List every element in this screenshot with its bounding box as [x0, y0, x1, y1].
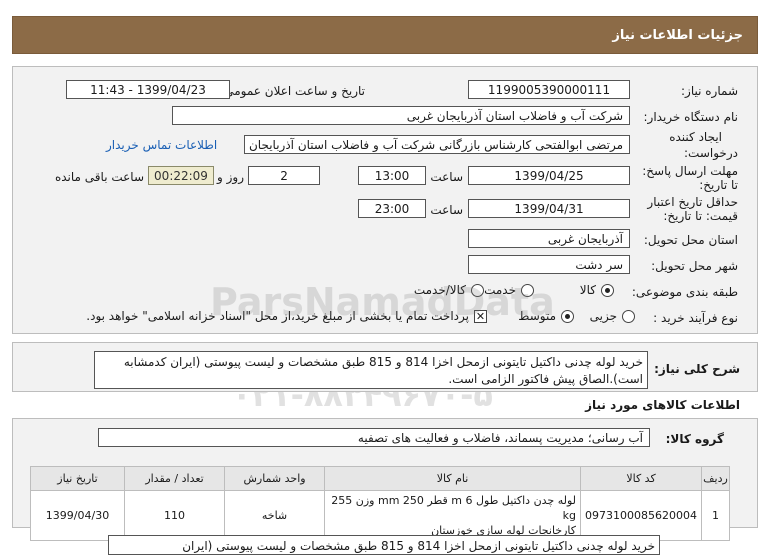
row-code: 0973100085620004	[580, 490, 702, 541]
description-text: خرید لوله چدنی داکتیل تایتونی ازمحل اخزا…	[94, 351, 648, 389]
city-label: شهر محل تحویل:	[651, 259, 738, 273]
col-date-header: تاریخ نیاز	[29, 466, 126, 491]
col-code-header: کد کالا	[580, 466, 702, 491]
treasury-payment-note: پرداخت تمام یا بخشی از مبلغ خرید،از محل …	[86, 309, 469, 323]
row-goods-name: لوله چدن داکتیل طول 6 m قطر 250 mm وزن 2…	[324, 490, 582, 541]
checkbox-checked-icon[interactable]: ✕	[474, 309, 487, 323]
validity-time-label: ساعت	[430, 203, 463, 217]
row-qty: 110	[124, 490, 226, 541]
goods-section-title: اطلاعات کالاهای مورد نیاز	[585, 398, 740, 412]
radio-icon[interactable]	[521, 283, 534, 297]
page-header: جزئیات اطلاعات نیاز	[12, 16, 758, 54]
creator-field: مرتضی ابوالفتحی کارشناس بازرگانی شرکت آب…	[244, 135, 630, 154]
category-option-service-label: خدمت	[484, 283, 516, 297]
process-label: نوع فرآیند خرید :	[653, 311, 738, 325]
announce-label: تاریخ و ساعت اعلان عمومی:	[220, 84, 365, 98]
radio-selected-icon[interactable]	[561, 309, 574, 323]
col-qty-header: تعداد / مقدار	[124, 466, 226, 491]
deadline-label-line1: مهلت ارسال پاسخ:	[642, 164, 738, 178]
col-unit-header: واحد شمارش	[224, 466, 326, 491]
bottom-description-text: خرید لوله چدنی داکتیل تایتونی ازمحل اخزا…	[108, 535, 660, 555]
creator-label-line2: درخواست:	[684, 146, 738, 160]
remaining-label: ساعت باقی مانده	[54, 170, 144, 184]
buyer-label: نام دستگاه خریدار:	[643, 110, 739, 124]
remaining-timer: 00:22:09	[148, 166, 214, 185]
process-option-minor-label: جزیی	[589, 309, 617, 323]
goods-group-field: آب رسانی؛ مدیریت پسماند، فاضلاب و فعالیت…	[98, 428, 650, 447]
process-option-medium[interactable]: متوسط	[518, 309, 574, 323]
category-option-service[interactable]: خدمت	[484, 283, 534, 297]
process-option-minor[interactable]: جزیی	[590, 309, 635, 323]
category-option-both-label: کالا/خدمت	[413, 283, 466, 297]
radio-selected-icon[interactable]	[601, 283, 614, 297]
goods-group-label: گروه کالا:	[665, 432, 724, 446]
days-remaining-field: 2	[248, 166, 320, 185]
buyer-contact-link[interactable]: اطلاعات تماس خریدار	[106, 138, 217, 152]
row-index: 1	[701, 490, 730, 541]
deadline-date-field: 1399/04/25	[468, 166, 630, 185]
category-option-goods[interactable]: کالا	[580, 283, 614, 297]
province-field: آذربایجان غربی	[468, 229, 630, 248]
process-option-medium-label: متوسط	[518, 309, 556, 323]
category-label: طبقه بندی موضوعی:	[631, 285, 738, 299]
validity-label-line2: قیمت: تا تاریخ:	[663, 209, 738, 223]
table-row: 1 0973100085620004 لوله چدن داکتیل طول 6…	[29, 490, 730, 541]
deadline-time-field: 13:00	[358, 166, 426, 185]
deadline-time-label: ساعت	[430, 170, 463, 184]
creator-label-line1: ایجاد کننده	[669, 130, 722, 144]
validity-label-line1: حداقل تاریخ اعتبار	[647, 195, 738, 209]
table-header-row: ردیف کد کالا نام کالا واحد شمارش تعداد /…	[29, 466, 730, 491]
row-goods-name-line1: لوله چدن داکتیل طول 6 m قطر 250 mm وزن 2…	[331, 494, 577, 522]
need-number-label: شماره نیاز:	[681, 84, 738, 98]
validity-date-field: 1399/04/31	[468, 199, 630, 218]
deadline-label-line2: تا تاریخ:	[699, 178, 738, 192]
goods-table: ردیف کد کالا نام کالا واحد شمارش تعداد /…	[29, 466, 730, 541]
category-option-goods-label: کالا	[579, 283, 596, 297]
category-option-both[interactable]: کالا/خدمت	[414, 283, 484, 297]
radio-icon[interactable]	[622, 309, 635, 323]
buyer-field: شرکت آب و فاضلاب استان آذربایجان غربی	[172, 106, 630, 125]
province-label: استان محل تحویل:	[643, 233, 738, 247]
validity-time-field: 23:00	[358, 199, 426, 218]
col-index-header: ردیف	[701, 466, 730, 491]
row-unit: شاخه	[224, 490, 326, 541]
page-title: جزئیات اطلاعات نیاز	[612, 27, 743, 43]
col-name-header: نام کالا	[324, 466, 582, 491]
goods-table-wrapper: ردیف کد کالا نام کالا واحد شمارش تعداد /…	[29, 466, 730, 541]
radio-icon[interactable]	[471, 283, 484, 297]
need-number-field: 1199005390000111	[468, 80, 630, 99]
description-label: شرح کلی نیاز:	[654, 362, 740, 376]
row-date: 1399/04/30	[29, 490, 126, 541]
treasury-payment-checkbox[interactable]: ✕ پرداخت تمام یا بخشی از مبلغ خرید،از مح…	[86, 309, 487, 323]
announce-field: 1399/04/23 - 11:43	[66, 80, 230, 99]
city-field: سر دشت	[468, 255, 630, 274]
days-label: روز و	[217, 170, 244, 184]
